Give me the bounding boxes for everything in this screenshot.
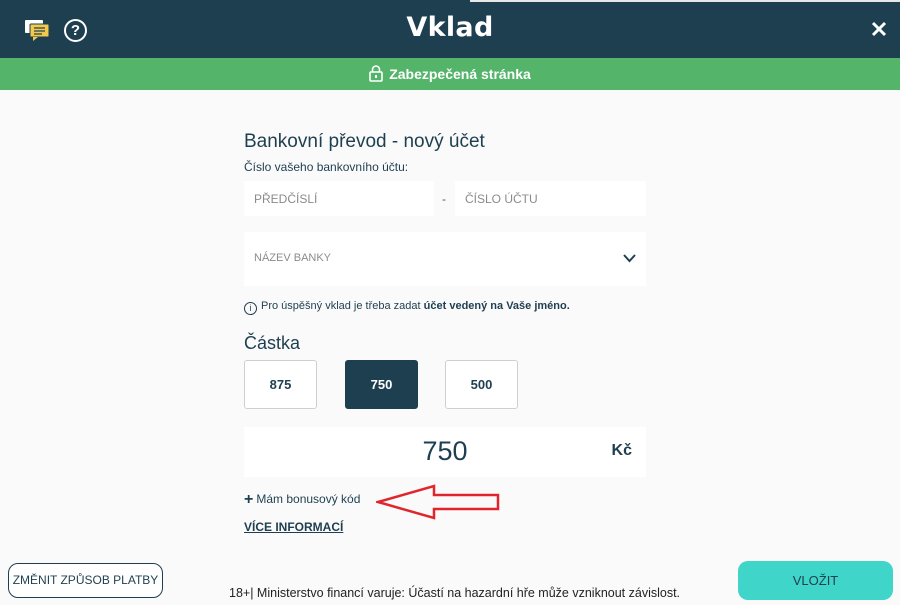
secure-page-text: Zabezpečená stránka xyxy=(389,66,531,82)
more-info-link[interactable]: VÍCE INFORMACÍ xyxy=(244,520,343,534)
close-icon[interactable] xyxy=(871,21,887,37)
bonus-code-toggle[interactable]: + Mám bonusový kód xyxy=(244,491,360,509)
page-title: Vklad xyxy=(406,12,494,43)
info-icon: i xyxy=(244,302,257,315)
account-number-label: Číslo vašeho bankovního účtu: xyxy=(244,160,409,174)
header-bar: ? Vklad xyxy=(0,0,900,58)
info-text-bold: účet vedený na Vaše jméno. xyxy=(423,300,570,312)
amount-option-500[interactable]: 500 xyxy=(445,360,518,409)
amount-input[interactable]: 750 Kč xyxy=(244,427,646,477)
form-heading: Bankovní převod - nový účet xyxy=(244,131,485,152)
chevron-down-icon xyxy=(623,254,636,263)
amount-value: 750 xyxy=(422,436,468,466)
plus-icon: + xyxy=(244,491,254,508)
currency-label: Kč xyxy=(611,442,632,459)
account-number-input[interactable] xyxy=(455,181,646,216)
change-payment-method-button[interactable]: ZMĚNIT ZPŮSOB PLATBY xyxy=(8,563,163,598)
amount-option-750[interactable]: 750 xyxy=(345,360,418,409)
header-top-strip xyxy=(470,0,900,2)
bonus-code-label: Mám bonusový kód xyxy=(256,492,361,506)
deposit-submit-button[interactable]: VLOŽIT xyxy=(738,561,893,600)
red-arrow-annotation xyxy=(376,484,500,520)
bank-name-placeholder: NÁZEV BANKY xyxy=(254,252,332,264)
secure-page-bar: Zabezpečená stránka xyxy=(0,58,900,90)
gambling-warning: 18+| Ministerstvo financí varuje: Účastí… xyxy=(229,586,681,600)
lock-icon xyxy=(369,65,383,83)
account-prefix-input[interactable] xyxy=(244,181,434,216)
account-info-note: i Pro úspěšný vklad je třeba zadat účet v… xyxy=(244,300,570,315)
amount-label: Částka xyxy=(244,333,301,353)
account-separator: - xyxy=(442,192,446,206)
bank-name-select[interactable]: NÁZEV BANKY xyxy=(244,232,646,286)
info-text: Pro úspěšný vklad je třeba zadat xyxy=(261,300,421,312)
amount-option-875[interactable]: 875 xyxy=(244,360,317,409)
